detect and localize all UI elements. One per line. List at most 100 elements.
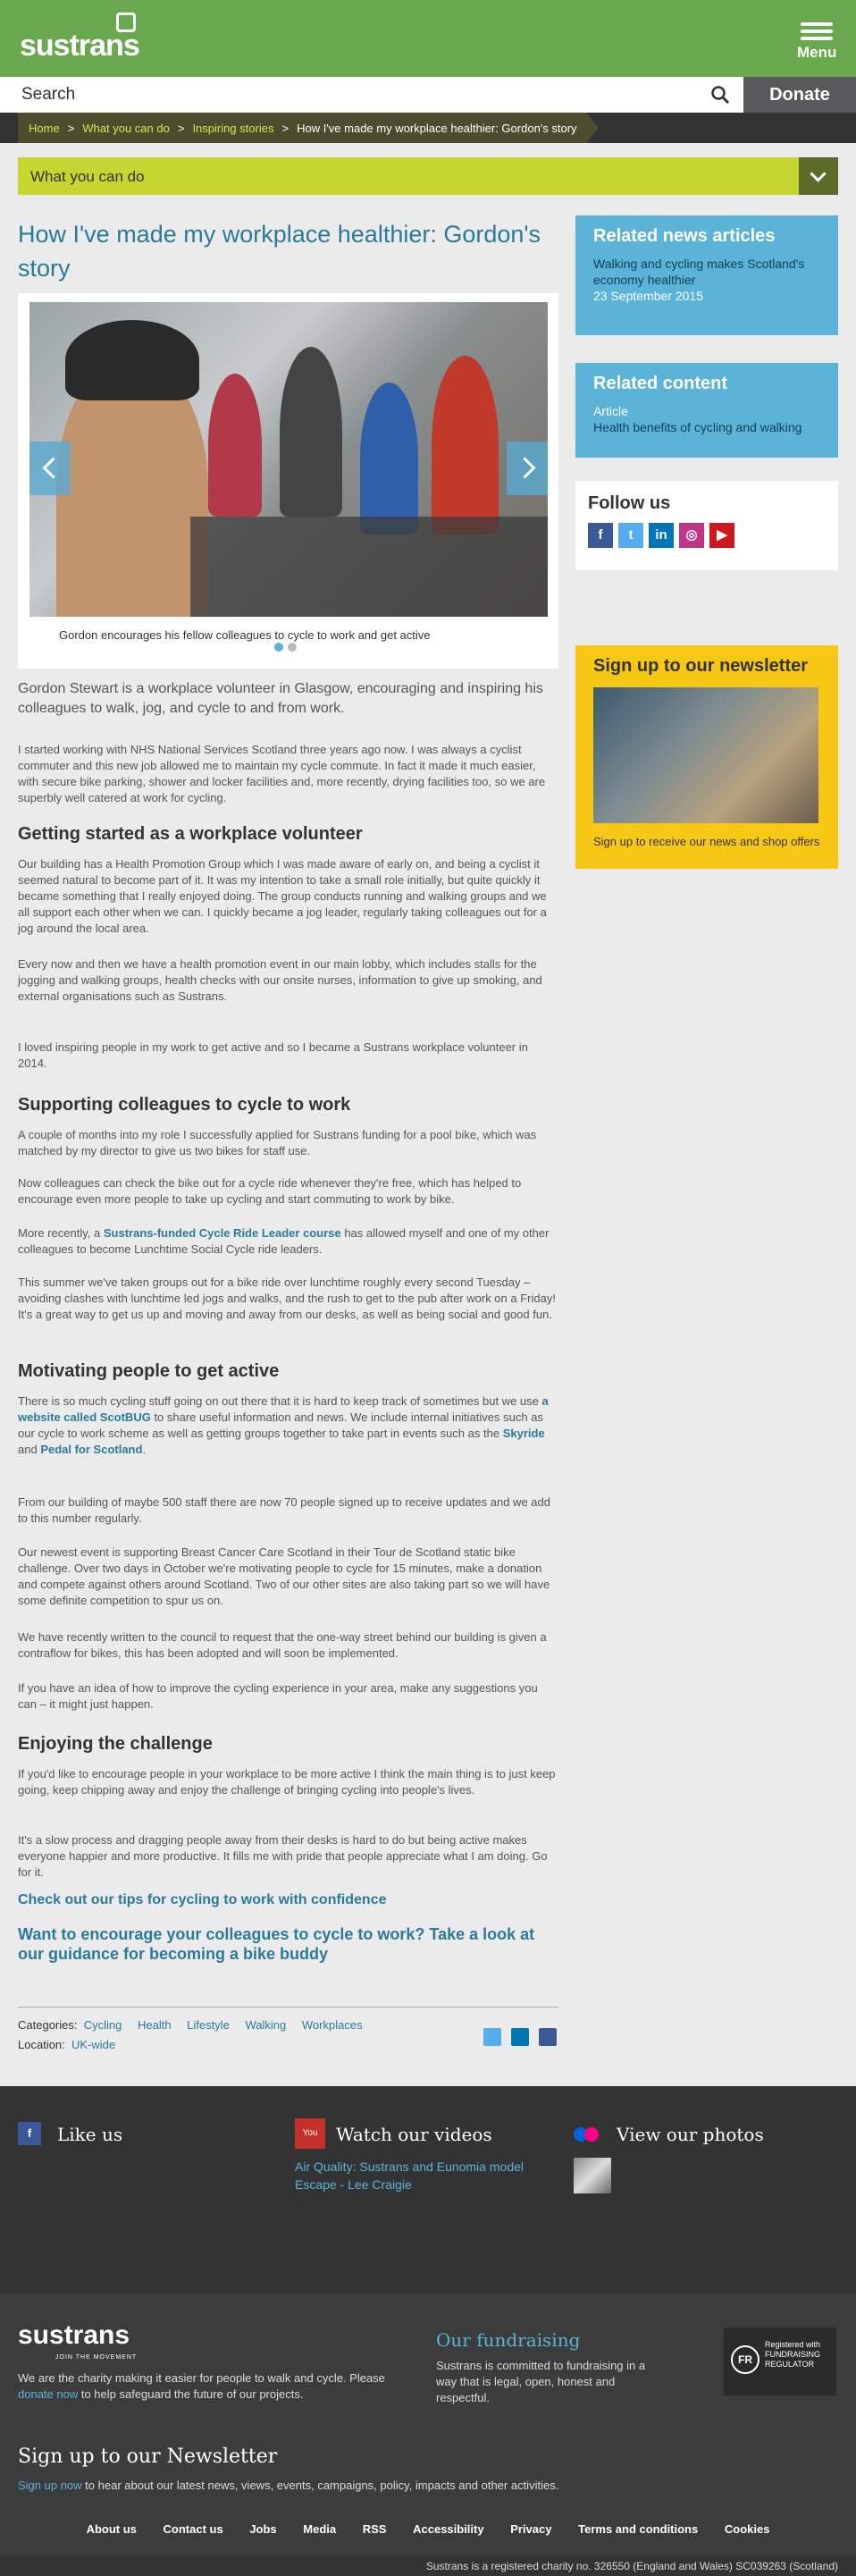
linkedin-icon[interactable]: in	[649, 523, 674, 548]
slider-dot[interactable]	[288, 643, 297, 652]
youtube-icon[interactable]: ▶	[709, 523, 734, 548]
location-link[interactable]: UK-wide	[71, 2038, 115, 2051]
footer-link[interactable]: Accessibility	[413, 2522, 484, 2536]
photo-person	[360, 383, 418, 535]
sustrans-logo[interactable]: sustrans	[20, 13, 140, 63]
section-nav-dropdown[interactable]: What you can do	[18, 157, 838, 195]
facebook-icon[interactable]: f	[18, 2122, 41, 2145]
footer-links: About us Contact us Jobs Media RSS Acces…	[0, 2522, 856, 2536]
twitter-icon[interactable]: t	[618, 523, 643, 548]
footer-link[interactable]: Privacy	[510, 2522, 551, 2536]
related-news-link[interactable]: Walking and cycling makes Scotland's eco…	[593, 256, 820, 288]
breadcrumb-separator: >	[281, 121, 290, 135]
facebook-share-icon[interactable]	[539, 2028, 557, 2046]
newsletter-box[interactable]: Sign up to our newsletter Sign up to rec…	[575, 645, 838, 869]
category-link[interactable]: Lifestyle	[187, 2018, 230, 2032]
footer-main: sustrans JOIN THE MOVEMENT We are the ch…	[0, 2294, 856, 2556]
follow-us-box: Follow us f t in ◎ ▶	[575, 481, 838, 570]
twitter-share-icon[interactable]	[483, 2028, 501, 2046]
cycle-ride-leader-link[interactable]: Sustrans-funded Cycle Ride Leader course	[104, 1226, 341, 1240]
footer-link[interactable]: Media	[303, 2522, 336, 2536]
related-content-link[interactable]: Health benefits of cycling and walking	[593, 419, 820, 435]
text: There is so much cycling stuff going on …	[18, 1394, 542, 1408]
image-slider: Gordon encourages his fellow colleagues …	[18, 293, 558, 669]
instagram-icon[interactable]: ◎	[679, 523, 704, 548]
article-paragraph: There is so much cycling stuff going on …	[18, 1393, 558, 1458]
section-heading: Motivating people to get active	[18, 1361, 280, 1381]
article-paragraph: Our building has a Health Promotion Grou…	[18, 857, 547, 935]
article-paragraph: We have recently written to the council …	[18, 1630, 547, 1660]
photo-bikes	[190, 517, 548, 617]
slider-next-button[interactable]	[507, 442, 548, 495]
breadcrumb-inspiring-stories[interactable]: Inspiring stories	[192, 122, 273, 135]
section-nav-label: What you can do	[30, 168, 145, 185]
donate-now-link[interactable]: donate now	[18, 2387, 78, 2401]
badge-text: Registered with FUNDRAISING REGULATOR	[765, 2340, 821, 2369]
pedal-for-scotland-link[interactable]: Pedal for Scotland	[40, 1443, 142, 1456]
photo-thumbnail[interactable]	[574, 2158, 611, 2193]
footer-logo[interactable]: sustrans	[18, 2320, 130, 2351]
text: We are the charity making it easier for …	[18, 2371, 385, 2385]
slider-dot-active[interactable]	[274, 643, 283, 652]
sign-up-now-link[interactable]: Sign up now	[18, 2479, 82, 2492]
footer-link[interactable]: Cookies	[725, 2522, 770, 2536]
search-icon[interactable]	[710, 85, 730, 105]
related-content-title: Related content	[593, 374, 728, 393]
charity-text: We are the charity making it easier for …	[18, 2370, 420, 2403]
categories: Categories: Cycling Health Lifestyle Wal…	[18, 2007, 558, 2058]
site-header: sustrans Menu	[0, 0, 856, 77]
article-paragraph: If you'd like to encourage people in you…	[18, 1767, 556, 1797]
article-lead: Gordon Stewart is a workplace volunteer …	[18, 681, 543, 716]
facebook-icon[interactable]: f	[588, 523, 613, 548]
photo-person	[208, 374, 262, 517]
fundraising-regulator-badge[interactable]: FR Registered with FUNDRAISING REGULATOR	[724, 2328, 836, 2395]
tips-cycling-link[interactable]: Check out our tips for cycling to work w…	[18, 1892, 386, 1908]
photo-person	[280, 347, 342, 517]
footer-newsletter-text: Sign up now to hear about our latest new…	[18, 2478, 822, 2494]
footer-link[interactable]: About us	[87, 2522, 137, 2536]
footer-link[interactable]: Jobs	[249, 2522, 276, 2536]
watch-videos-label[interactable]: Watch our videos	[336, 2124, 492, 2145]
text: More recently, a	[18, 1226, 104, 1240]
linkedin-share-icon[interactable]	[511, 2028, 529, 2046]
menu-button[interactable]: Menu	[797, 20, 836, 61]
breadcrumb-separator: >	[67, 121, 75, 135]
slider-prev-button[interactable]	[29, 442, 71, 495]
video-link[interactable]: Air Quality: Sustrans and Eunomia model …	[295, 2158, 545, 2193]
location-label: Location:	[18, 2038, 65, 2051]
menu-label: Menu	[797, 44, 837, 61]
category-link[interactable]: Workplaces	[302, 2018, 363, 2032]
category-link[interactable]: Cycling	[84, 2018, 122, 2032]
article-paragraph: From our building of maybe 500 staff the…	[18, 1495, 550, 1525]
hamburger-icon	[801, 22, 833, 26]
section-heading: Enjoying the challenge	[18, 1734, 213, 1754]
hamburger-icon-bar	[801, 37, 833, 40]
youtube-icon[interactable]: You	[295, 2118, 325, 2149]
article-paragraph: A couple of months into my role I succes…	[18, 1128, 537, 1158]
text: to help safeguard the future of our proj…	[78, 2387, 304, 2401]
category-link[interactable]: Walking	[246, 2018, 287, 2032]
like-us-label[interactable]: Like us	[57, 2124, 122, 2145]
article-paragraph: Now colleagues can check the bike out fo…	[18, 1176, 522, 1206]
fundraising-title: Our fundraising	[436, 2329, 581, 2351]
bike-buddy-link[interactable]: Want to encourage your colleagues to cyc…	[18, 1924, 554, 1964]
chevron-down-icon[interactable]	[799, 157, 838, 195]
skyride-link[interactable]: Skyride	[503, 1427, 545, 1440]
follow-us-title: Follow us	[588, 493, 671, 513]
search-input[interactable]	[0, 77, 697, 113]
text: and	[18, 1443, 41, 1456]
fr-badge-icon: FR	[731, 2345, 759, 2374]
related-content-type: Article	[593, 404, 628, 418]
category-link[interactable]: Health	[138, 2018, 172, 2032]
breadcrumb-what-you-can-do[interactable]: What you can do	[82, 122, 170, 135]
footer-link[interactable]: Terms and conditions	[578, 2522, 698, 2536]
footer-link[interactable]: Contact us	[164, 2522, 223, 2536]
article-paragraph: Our newest event is supporting Breast Ca…	[18, 1545, 550, 1607]
article-paragraph: This summer we've taken groups out for a…	[18, 1275, 556, 1321]
text: .	[142, 1443, 147, 1456]
footer-link[interactable]: RSS	[363, 2522, 387, 2536]
view-photos-label[interactable]: View our photos	[617, 2124, 764, 2145]
breadcrumb-home[interactable]: Home	[29, 122, 60, 135]
footer-newsletter-title: Sign up to our Newsletter	[18, 2446, 278, 2468]
donate-button[interactable]: Donate	[743, 77, 856, 113]
